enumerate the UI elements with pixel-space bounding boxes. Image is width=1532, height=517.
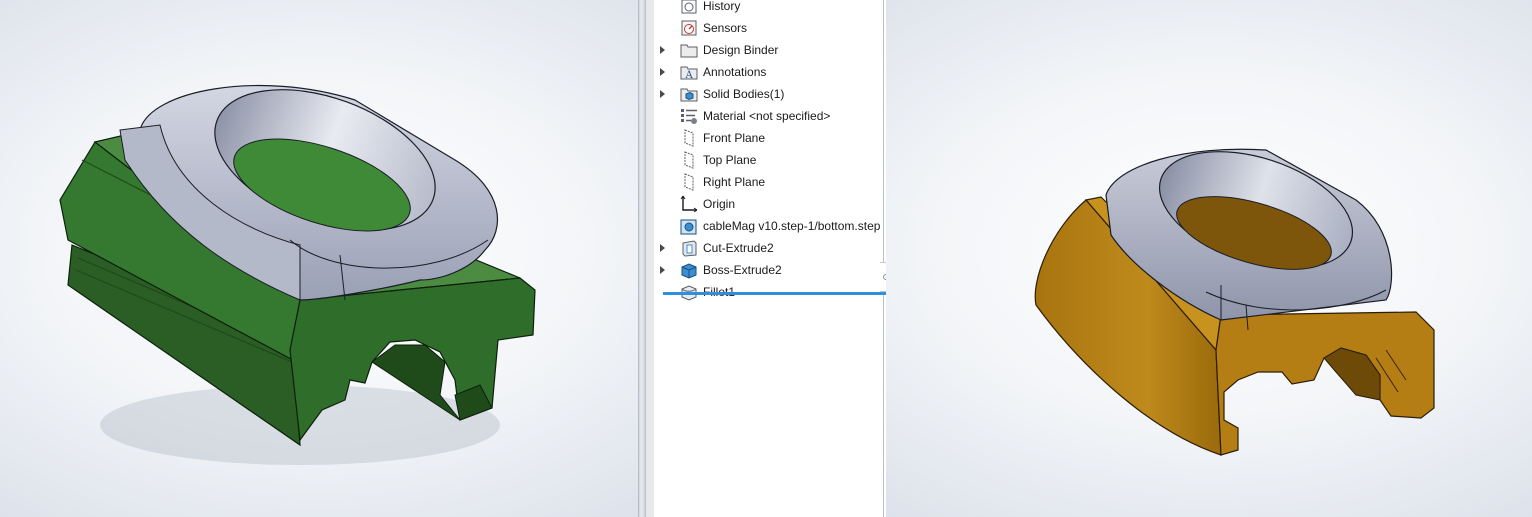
- tree-item-label: Top Plane: [703, 153, 757, 167]
- model-green-bottom[interactable]: [0, 0, 638, 517]
- chevron-right-icon[interactable]: [660, 68, 665, 76]
- annotations-icon: A: [680, 63, 698, 81]
- sensors-icon: [680, 19, 698, 37]
- tree-item-label: Cut-Extrude2: [703, 241, 774, 255]
- chevron-right-icon[interactable]: [660, 266, 665, 274]
- tree-item-cut-extrude2[interactable]: Cut-Extrude2: [660, 237, 886, 259]
- tree-item-label: Front Plane: [703, 131, 766, 145]
- tree-item-label: Boss-Extrude2: [703, 263, 782, 277]
- tree-item-front-plane[interactable]: Front Plane: [680, 127, 886, 149]
- material-icon: [680, 107, 698, 125]
- tree-item-sensors[interactable]: Sensors: [680, 17, 886, 39]
- tree-item-top-plane[interactable]: Top Plane: [680, 149, 886, 171]
- tree-item-label: Material <not specified>: [703, 109, 831, 123]
- feature-tree: History Sensors Design Binder A Annotati…: [660, 0, 886, 303]
- imported-body-icon: [680, 217, 698, 235]
- tree-item-label: Sensors: [703, 21, 748, 35]
- chevron-right-icon[interactable]: [660, 46, 665, 54]
- tree-item-right-plane[interactable]: Right Plane: [680, 171, 886, 193]
- tree-item-label: Design Binder: [703, 43, 779, 57]
- tree-item-design-binder[interactable]: Design Binder: [660, 39, 886, 61]
- svg-text:A: A: [685, 70, 694, 81]
- plane-icon: [680, 173, 698, 191]
- origin-icon: [680, 195, 698, 213]
- tree-item-origin[interactable]: Origin: [680, 193, 886, 215]
- tree-item-annotations[interactable]: A Annotations: [660, 61, 886, 83]
- rollback-bar[interactable]: [663, 292, 889, 295]
- solid-bodies-icon: [680, 85, 698, 103]
- tree-item-label: Right Plane: [703, 175, 766, 189]
- plane-icon: [680, 151, 698, 169]
- tree-item-label: Solid Bodies(1): [703, 87, 785, 101]
- tree-item-solid-bodies[interactable]: Solid Bodies(1): [660, 83, 886, 105]
- feature-manager-tree-pane: History Sensors Design Binder A Annotati…: [646, 0, 889, 517]
- tree-item-label: Annotations: [703, 65, 767, 79]
- tree-item-imported-body[interactable]: cableMag v10.step-1/bottom.step: [680, 215, 886, 237]
- tree-item-boss-extrude2[interactable]: Boss-Extrude2: [660, 259, 886, 281]
- design-binder-icon: [680, 41, 698, 59]
- graphics-viewport-right[interactable]: [886, 0, 1532, 517]
- tree-item-label: cableMag v10.step-1/bottom.step: [703, 219, 881, 233]
- cut-extrude-icon: [680, 239, 698, 257]
- boss-extrude-icon: [680, 261, 698, 279]
- viewport-splitter[interactable]: [638, 0, 646, 517]
- chevron-right-icon[interactable]: [660, 90, 665, 98]
- model-gold-bottom[interactable]: [886, 0, 1532, 517]
- plane-icon: [680, 129, 698, 147]
- chevron-right-icon[interactable]: [660, 244, 665, 252]
- tree-item-history[interactable]: History: [680, 0, 886, 17]
- tree-item-label: Origin: [703, 197, 736, 211]
- history-icon: [680, 0, 698, 15]
- tree-item-material[interactable]: Material <not specified>: [680, 105, 886, 127]
- graphics-viewport-left[interactable]: [0, 0, 638, 517]
- tree-item-label: History: [703, 0, 741, 13]
